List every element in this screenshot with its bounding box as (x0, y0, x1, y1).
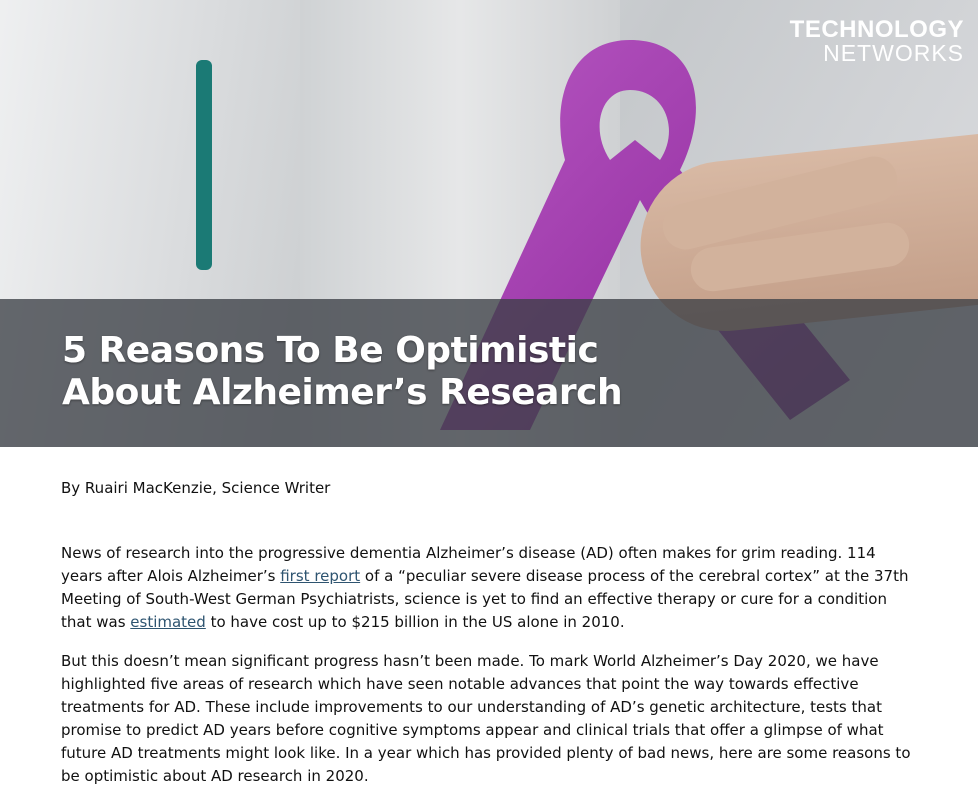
paragraph-2: But this doesn’t mean significant progre… (61, 652, 911, 785)
logo-line-2: NETWORKS (823, 40, 964, 66)
first-report-link[interactable]: first report (280, 567, 360, 585)
title-line-2: About Alzheimer’s Research (62, 372, 623, 413)
page-title: 5 Reasons To Be Optimistic About Alzheim… (62, 330, 782, 414)
byline: By Ruairi MacKenzie, Science Writer (61, 479, 331, 497)
paragraph-1: News of research into the progressive de… (61, 542, 921, 634)
hero-image: TECHNOLOGY NETWORKS 5 Reasons To Be Opti… (0, 0, 978, 447)
logo-line-1: TECHNOLOGY (789, 16, 964, 43)
stethoscope (196, 60, 212, 270)
estimated-link[interactable]: estimated (130, 613, 206, 631)
title-line-1: 5 Reasons To Be Optimistic (62, 330, 599, 371)
p1-text-3: to have cost up to $215 billion in the U… (205, 613, 625, 631)
article-body: By Ruairi MacKenzie, Science Writer News… (61, 478, 921, 785)
technology-networks-logo[interactable]: TECHNOLOGY NETWORKS (790, 18, 964, 65)
